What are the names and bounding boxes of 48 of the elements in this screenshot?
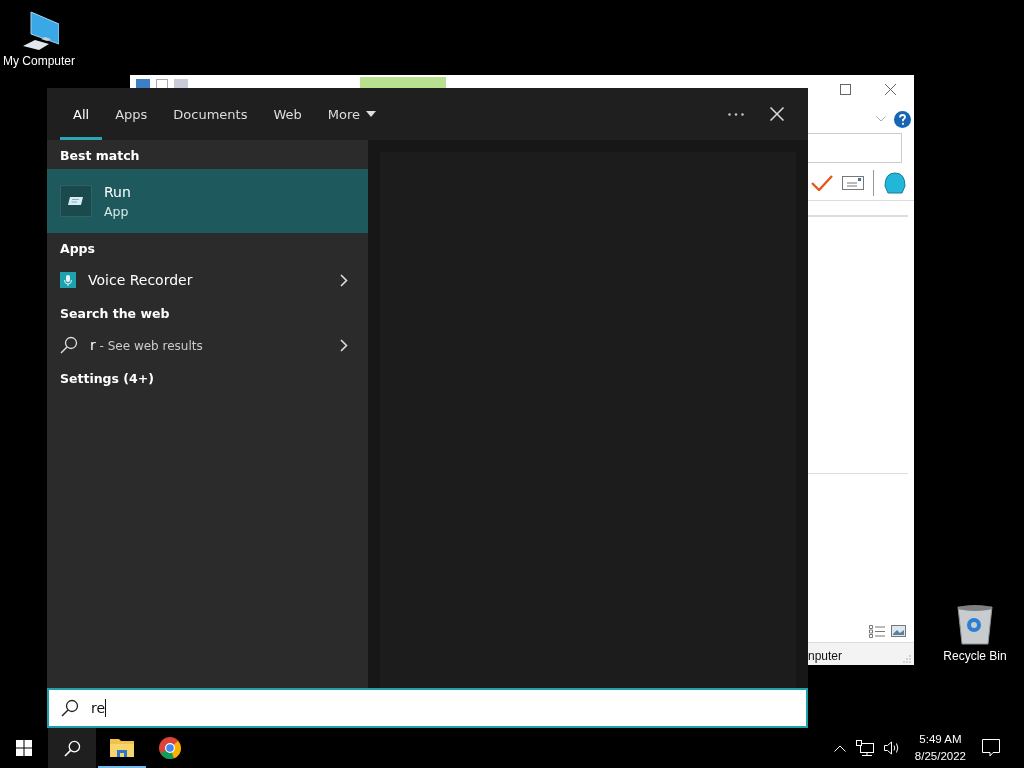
search-button[interactable] [48, 728, 96, 768]
toolbar-icon[interactable] [174, 79, 188, 89]
search-icon [61, 699, 79, 717]
result-title: Run [104, 183, 131, 200]
chevron-right-icon[interactable] [340, 273, 348, 287]
result-item[interactable]: Voice Recorder [47, 262, 368, 298]
folder-icon [110, 737, 134, 757]
preview-view-icon[interactable] [891, 625, 906, 637]
filter-tab[interactable]: More [314, 88, 389, 140]
windows-logo-icon [16, 740, 32, 756]
recycle-bin-icon[interactable] [955, 603, 995, 645]
notification-icon[interactable] [982, 739, 1000, 757]
result-label: r - See web results [90, 337, 203, 353]
search-icon [60, 336, 78, 354]
result-type: App [104, 203, 130, 219]
chevron-up-icon[interactable] [833, 744, 846, 752]
caret-icon [366, 111, 376, 117]
details-view-icon[interactable] [869, 624, 886, 638]
more-options-icon[interactable] [728, 112, 744, 116]
filter-tab[interactable]: Apps [102, 88, 161, 140]
status-text: nputer [808, 649, 843, 663]
search-field[interactable]: re [47, 688, 808, 728]
network-icon[interactable] [855, 740, 874, 756]
result-item[interactable]: r - See web results [47, 327, 368, 363]
speaker-icon[interactable] [883, 741, 901, 755]
run-app-icon [60, 185, 92, 217]
close-icon[interactable] [885, 84, 896, 95]
result-label: Voice Recorder [88, 272, 193, 288]
desktop-icon-label[interactable]: Recycle Bin [943, 649, 1007, 663]
section-heading: Search the web [59, 305, 171, 323]
section-heading: Apps [59, 240, 96, 258]
help-icon[interactable] [894, 110, 911, 128]
envelope-icon[interactable] [842, 176, 864, 190]
filter-tab[interactable]: Documents [160, 88, 261, 140]
desktop-icon-label[interactable]: My Computer [3, 54, 75, 68]
resize-grip-icon[interactable] [903, 655, 911, 663]
clock-time[interactable]: 5:49 AM [919, 731, 962, 748]
section-heading: Settings (4+) [59, 370, 155, 388]
maximize-icon[interactable] [840, 84, 851, 95]
checkmark-icon[interactable] [811, 175, 833, 191]
clock-date[interactable]: 8/25/2022 [914, 748, 966, 765]
browser-icon [158, 736, 182, 760]
search-icon [63, 739, 81, 757]
filter-tab[interactable]: Web [260, 88, 315, 140]
microphone-icon [60, 272, 76, 288]
best-match-item[interactable]: Run App [47, 169, 368, 233]
chevron-right-icon[interactable] [340, 338, 348, 352]
section-heading: Best match [59, 147, 141, 165]
